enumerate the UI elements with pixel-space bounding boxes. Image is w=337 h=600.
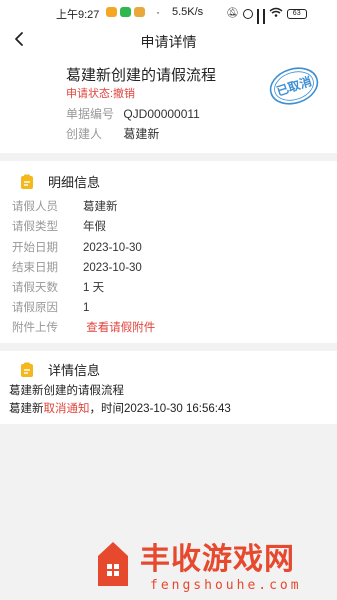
attachment-row: 附件上传 查看请假附件 [12, 319, 155, 335]
detail-value: 2023-10-30 [83, 262, 142, 274]
log-line: 葛建新创建的请假流程 [9, 385, 124, 397]
app-notification-icon [134, 7, 145, 17]
detail-value: 2023-10-30 [83, 242, 142, 254]
watermark: 丰收游戏网 fengshouhe.com [88, 534, 328, 600]
detail-row: 请假类型 年假 [12, 218, 106, 234]
detail-value: 葛建新 [83, 201, 118, 213]
creator-row: 创建人 葛建新 [66, 125, 159, 142]
log-action: 取消通知 [43, 403, 90, 415]
detail-row: 请假原因 1 [12, 299, 89, 315]
network-speed: 5.5K/s [172, 6, 204, 18]
detail-row: 结束日期 2023-10-30 [12, 259, 142, 275]
signal-icon [262, 8, 265, 33]
stamp-text: 已取消 [275, 73, 314, 98]
battery-icon: 63 [286, 8, 307, 19]
system-icons: 🔕︎ 63 [226, 7, 307, 33]
wechat-notification-icon [120, 7, 131, 17]
alarm-icon [242, 8, 253, 19]
detail-value: 1 [83, 302, 90, 314]
detail-row: 请假天数 1 天 [12, 279, 104, 295]
doc-number-label: 单据编号 [66, 107, 115, 121]
watermark-domain: fengshouhe.com [150, 578, 302, 593]
detail-value: 年假 [83, 221, 106, 233]
info-section-title: 详情信息 [48, 363, 101, 378]
form-title: 葛建新创建的请假流程 [66, 67, 217, 84]
signal-icon [256, 8, 259, 33]
detail-label: 请假类型 [12, 221, 58, 233]
watermark-brand: 丰收游戏网 [140, 542, 295, 577]
info-section-header: 详情信息 [19, 360, 100, 379]
document-icon [19, 174, 35, 190]
watermark-logo-icon [94, 538, 132, 594]
log-actor: 葛建新 [9, 403, 44, 415]
detail-row: 请假人员 葛建新 [12, 198, 118, 214]
status-time: 上午9:27 [56, 9, 100, 21]
clipboard-icon [19, 362, 35, 378]
detail-row: 开始日期 2023-10-30 [12, 239, 142, 255]
view-attachment-link[interactable]: 查看请假附件 [86, 322, 155, 334]
detail-label: 请假天数 [12, 282, 58, 294]
page-title: 申请详情 [140, 34, 197, 50]
doc-number-value: QJD00000011 [123, 107, 200, 121]
creator-label: 创建人 [66, 127, 103, 141]
app-notification-icon [106, 7, 117, 17]
mute-icon: 🔕︎ [226, 8, 239, 19]
detail-value: 1 天 [83, 282, 105, 294]
detail-section-title: 明细信息 [48, 175, 101, 190]
creator-value: 葛建新 [123, 127, 160, 141]
detail-label: 请假人员 [12, 201, 58, 213]
detail-label: 请假原因 [12, 302, 58, 314]
nav-bar: 申请详情 [0, 24, 337, 56]
status-bar: 上午9:27 · 5.5K/s 🔕︎ 63 [0, 0, 337, 33]
application-header-card: 葛建新创建的请假流程 申请状态:撤销 单据编号 QJD00000011 创建人 … [0, 56, 337, 153]
attachment-label: 附件上传 [12, 322, 58, 334]
info-log-card: 详情信息 葛建新创建的请假流程 葛建新取消通知，时间2023-10-30 16:… [0, 351, 337, 424]
more-dot-icon: · [156, 5, 160, 19]
detail-section-header: 明细信息 [19, 172, 100, 191]
status-badge: 申请状态:撤销 [66, 88, 136, 100]
log-line: 葛建新取消通知，时间2023-10-30 16:56:43 [9, 400, 231, 416]
notification-icons [106, 7, 145, 17]
detail-label: 结束日期 [12, 262, 58, 274]
wifi-icon [269, 7, 283, 20]
doc-number-row: 单据编号 QJD00000011 [66, 105, 200, 122]
cancelled-stamp: 已取消 [268, 64, 320, 108]
log-time: ，时间2023-10-30 16:56:43 [89, 403, 231, 415]
detail-info-card: 明细信息 请假人员 葛建新 请假类型 年假 开始日期 2023-10-30 结束日期 2… [0, 161, 337, 343]
detail-label: 开始日期 [12, 242, 58, 254]
